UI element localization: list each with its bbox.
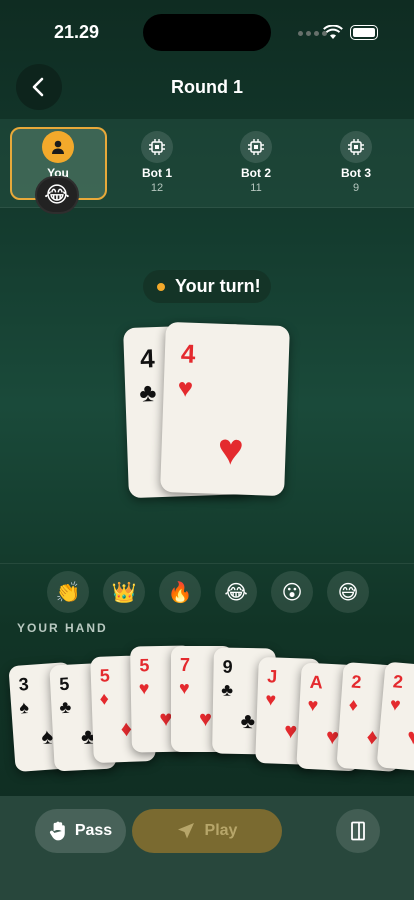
- card-rank: 2: [392, 671, 404, 693]
- hand-label: YOUR HAND: [17, 621, 108, 635]
- chip-icon: [240, 131, 272, 163]
- heart-icon: ♥: [307, 694, 319, 716]
- heart-icon: ♥: [179, 678, 190, 698]
- club-icon: ♣: [58, 696, 72, 718]
- card-rank: 5: [99, 665, 111, 686]
- send-icon: [177, 823, 194, 839]
- card-rank: 5: [139, 655, 150, 676]
- turn-text: Your turn!: [175, 276, 261, 296]
- heart-icon: ♥: [265, 689, 277, 710]
- heart-icon: ♥: [138, 678, 150, 699]
- clock: 21.29: [54, 22, 100, 42]
- dynamic-island: [143, 14, 271, 51]
- player-bot-3: Bot 3 9: [308, 131, 404, 194]
- diamond-icon: ♦: [348, 694, 359, 716]
- page-title: Round 1: [171, 77, 243, 97]
- card-count: 11: [250, 182, 262, 194]
- card-rank: 4: [180, 338, 196, 369]
- played-card: 4 ♥ ♥: [160, 321, 290, 497]
- divider: [0, 563, 414, 564]
- play-button[interactable]: Play: [132, 809, 282, 853]
- status-bar: 21.29: [0, 0, 414, 60]
- card-rank: 2: [350, 671, 363, 693]
- diamond-icon: ♦: [365, 723, 379, 750]
- heart-icon: ♥: [389, 694, 402, 715]
- player-name: Bot 3: [341, 166, 371, 180]
- pass-label: Pass: [74, 822, 113, 839]
- player-reaction-badge: 😂: [35, 176, 79, 214]
- heart-icon: ♥: [199, 706, 213, 731]
- heart-icon: ♥: [283, 717, 298, 744]
- reaction-surprised-button[interactable]: 😮: [271, 571, 313, 613]
- club-icon: ♣: [138, 377, 157, 408]
- player-name: Bot 2: [241, 166, 271, 180]
- heart-icon: ♥: [406, 723, 414, 750]
- chip-icon: [340, 131, 372, 163]
- reaction-clap-button[interactable]: 👏: [47, 571, 89, 613]
- card-count: 12: [150, 182, 164, 194]
- wifi-icon: [323, 25, 343, 39]
- heart-icon: ♥: [216, 424, 245, 475]
- diamond-icon: ♦: [99, 688, 110, 709]
- card-rank: J: [266, 666, 278, 687]
- reaction-bar: 👏 👑 🔥 😂 😮 😅: [47, 571, 369, 613]
- turn-indicator: Your turn!: [143, 270, 271, 303]
- reaction-sweat-button[interactable]: 😅: [327, 571, 369, 613]
- pass-button[interactable]: Pass: [35, 809, 126, 853]
- battery-icon: [350, 25, 378, 40]
- reaction-crown-button[interactable]: 👑: [103, 571, 145, 613]
- reaction-laugh-button[interactable]: 😂: [215, 571, 257, 613]
- turn-dot: [157, 282, 165, 291]
- card-rank: 4: [139, 343, 156, 374]
- heart-icon: ♥: [177, 372, 194, 403]
- player-you: You: [10, 131, 106, 180]
- card-count: 9: [352, 182, 360, 194]
- hand-icon: [49, 821, 65, 841]
- person-icon: [42, 131, 74, 163]
- card-rank: A: [309, 671, 324, 693]
- card-rank: 7: [180, 655, 191, 675]
- player-bot-2: Bot 2 11: [208, 131, 304, 194]
- card-rank: 9: [222, 656, 233, 677]
- reaction-fire-button[interactable]: 🔥: [159, 571, 201, 613]
- card-rank: 3: [17, 673, 30, 695]
- spade-icon: ♠: [18, 696, 30, 718]
- club-icon: ♣: [240, 707, 256, 734]
- chip-icon: [141, 131, 173, 163]
- card-rank: 5: [58, 673, 70, 695]
- door-icon: [351, 821, 365, 841]
- player-bot-1: Bot 1 12: [109, 131, 205, 194]
- play-label: Play: [204, 822, 238, 839]
- player-name: Bot 1: [142, 166, 172, 180]
- club-icon: ♣: [221, 679, 234, 700]
- exit-button[interactable]: [336, 809, 380, 853]
